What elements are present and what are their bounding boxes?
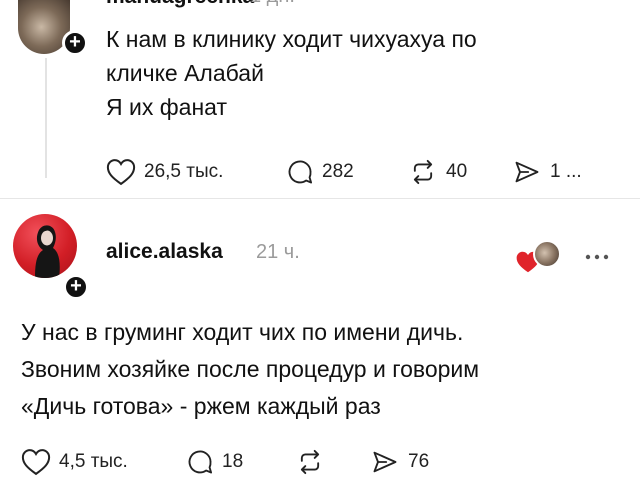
post-time: 21 ч. xyxy=(256,241,300,263)
avatar[interactable] xyxy=(13,214,77,278)
post-text: К нам в клинику ходит чихуахуа по кличке… xyxy=(106,22,477,124)
heart-icon xyxy=(21,449,51,476)
post-text-line: «Дичь готова» - ржем каждый раз xyxy=(21,393,381,419)
share-count: 1 ... xyxy=(550,161,582,182)
share-button[interactable]: 1 ... xyxy=(512,158,582,186)
post-text-line: Я их фанат xyxy=(106,94,227,120)
heart-icon xyxy=(106,159,136,186)
repost-icon xyxy=(413,159,433,185)
like-count: 26,5 тыс. xyxy=(144,161,224,182)
comment-icon xyxy=(288,160,313,184)
like-count: 4,5 тыс. xyxy=(59,451,128,472)
username[interactable]: manuagreenka xyxy=(106,0,254,9)
comment-icon xyxy=(188,450,213,474)
more-icon xyxy=(585,254,609,260)
repost-button[interactable] xyxy=(295,448,333,476)
post-time: 1 дн. xyxy=(250,0,295,8)
reply-count: 282 xyxy=(322,161,354,182)
post-text: У нас в груминг ходит чих по имени дичь.… xyxy=(21,314,479,425)
post-text-line: К нам в клинику ходит чихуахуа по xyxy=(106,26,477,52)
post-text-line: У нас в груминг ходит чих по имени дичь. xyxy=(21,319,464,345)
thread-line xyxy=(45,58,47,178)
avatar-portrait xyxy=(35,225,60,278)
share-count: 76 xyxy=(408,451,430,472)
more-button[interactable] xyxy=(583,249,611,260)
post-text-line: Звоним хозяйке после процедур и говорим xyxy=(21,356,480,382)
follow-button[interactable]: + xyxy=(63,274,89,300)
repost-count: 40 xyxy=(446,161,468,182)
username[interactable]: alice.alaska xyxy=(106,240,223,264)
repost-icon xyxy=(300,449,320,475)
like-button[interactable]: 26,5 тыс. xyxy=(106,158,223,186)
reactor-avatar[interactable] xyxy=(533,240,561,268)
reply-count: 18 xyxy=(222,451,244,472)
share-button[interactable]: 76 xyxy=(370,448,429,476)
send-icon xyxy=(515,161,539,183)
post-text-line: кличке Алабай xyxy=(106,60,264,86)
reply-button[interactable]: 282 xyxy=(286,158,354,186)
send-icon xyxy=(373,451,397,473)
divider xyxy=(0,198,640,199)
reply-button[interactable]: 18 xyxy=(186,448,243,476)
like-button[interactable]: 4,5 тыс. xyxy=(21,448,128,476)
follow-button[interactable]: + xyxy=(62,30,88,56)
repost-button[interactable]: 40 xyxy=(408,158,467,186)
